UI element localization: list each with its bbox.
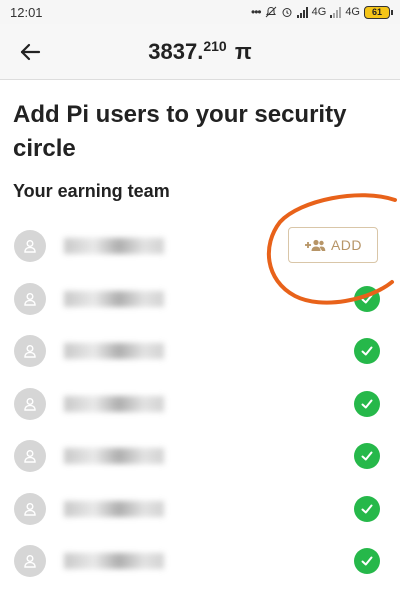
user-avatar-icon xyxy=(14,335,46,367)
team-member-row xyxy=(0,378,400,430)
add-user-button[interactable]: ADD xyxy=(288,227,378,263)
app-header: 3837.210 π xyxy=(0,24,400,80)
added-check-icon xyxy=(354,390,380,417)
redacted-username xyxy=(64,500,164,517)
balance-decimal: 210 xyxy=(203,38,227,54)
network-type-2: 4G xyxy=(345,6,360,18)
status-time: 12:01 xyxy=(10,5,43,20)
add-people-icon xyxy=(304,239,326,251)
redacted-username xyxy=(64,553,164,569)
mute-bell-icon xyxy=(265,6,276,18)
team-member-row xyxy=(0,273,400,325)
balance-integer: 3837. xyxy=(148,39,204,64)
network-type-1: 4G xyxy=(311,6,327,18)
added-check-icon xyxy=(354,548,380,574)
redacted-username xyxy=(64,238,164,254)
redacted-username xyxy=(64,395,164,412)
added-check-icon xyxy=(354,495,380,522)
signal-icon-2 xyxy=(330,6,342,18)
redacted-username xyxy=(64,448,164,464)
pi-balance: 3837.210 π xyxy=(0,38,400,65)
redacted-username xyxy=(64,290,164,307)
added-check-icon xyxy=(354,443,380,469)
team-member-row xyxy=(0,483,400,535)
user-avatar-icon xyxy=(14,492,46,525)
user-avatar-icon xyxy=(14,282,46,315)
battery-icon: 61 xyxy=(364,5,393,19)
more-notifications-icon: ••• xyxy=(251,5,262,19)
user-avatar-icon xyxy=(14,230,46,262)
signal-icon xyxy=(296,6,308,18)
add-button-label: ADD xyxy=(330,237,363,253)
team-member-row xyxy=(0,430,400,482)
team-member-row xyxy=(0,535,400,587)
alarm-icon xyxy=(282,8,292,17)
pi-symbol: π xyxy=(234,39,252,64)
page-title: Add Pi users to your security circle xyxy=(13,101,347,162)
section-title: Your earning team xyxy=(13,181,170,201)
added-check-icon xyxy=(354,285,380,312)
redacted-username xyxy=(64,343,164,359)
status-bar: 12:01 ••• 4G 4G 61 xyxy=(0,0,400,24)
user-avatar-icon xyxy=(14,387,46,420)
added-check-icon xyxy=(354,338,380,364)
user-avatar-icon xyxy=(14,440,46,472)
status-icons: ••• 4G 4G 61 xyxy=(251,4,393,20)
team-member-row xyxy=(0,325,400,377)
user-avatar-icon xyxy=(14,545,46,577)
